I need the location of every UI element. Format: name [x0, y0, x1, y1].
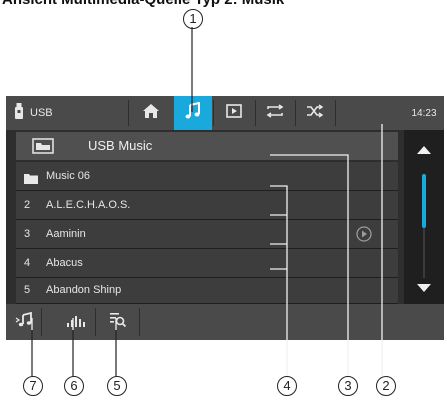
folder-back-icon[interactable] [32, 138, 54, 159]
scroll-thumb[interactable] [422, 174, 426, 228]
scrollbar[interactable] [404, 130, 444, 304]
list-item-title: Aaminin [46, 228, 86, 240]
play-circle-icon[interactable] [356, 226, 372, 247]
now-playing-icon [15, 311, 33, 333]
list-item[interactable]: 4 Abacus [16, 249, 398, 278]
scroll-down-icon[interactable] [416, 280, 432, 298]
search-list-icon [109, 311, 127, 334]
track-number: 4 [24, 257, 31, 269]
bottom-bar [6, 304, 444, 340]
track-number: 2 [24, 199, 31, 211]
clock: 14:23 [406, 96, 442, 130]
callout-2: 2 [376, 376, 396, 396]
folder-header[interactable]: USB Music [16, 132, 398, 160]
repeat-button[interactable] [256, 96, 294, 130]
top-bar: USB 14:23 [6, 96, 444, 130]
callout-4: 4 [277, 376, 297, 396]
list-item-title: A.L.E.C.H.A.O.S. [46, 199, 131, 211]
music-tab[interactable] [174, 96, 212, 130]
usb-drive-icon [14, 102, 24, 125]
now-playing-button[interactable] [8, 304, 40, 340]
shuffle-button[interactable] [296, 96, 334, 130]
equalizer-icon [66, 313, 86, 332]
infotainment-screen: USB 14:23 USB Music Music 06 2 A.L.E.C.H… [6, 96, 444, 340]
equalizer-button[interactable] [60, 304, 92, 340]
track-list-area: USB Music Music 06 2 A.L.E.C.H.A.O.S. 3 … [6, 130, 444, 304]
video-button[interactable] [214, 96, 254, 130]
list-item[interactable]: 2 A.L.E.C.H.A.O.S. [16, 191, 398, 220]
source-indicator[interactable]: USB [10, 96, 80, 130]
music-note-icon [184, 101, 202, 125]
callout-1: 1 [183, 9, 203, 29]
track-number: 5 [24, 284, 31, 296]
clock-text: 14:23 [411, 107, 437, 119]
scroll-up-icon[interactable] [416, 142, 432, 160]
repeat-icon [266, 103, 284, 123]
callout-6: 6 [64, 376, 84, 396]
list-item-title: Abandon Shinp [46, 284, 122, 296]
scroll-track [423, 228, 425, 278]
callout-5: 5 [107, 376, 127, 396]
list-item-folder[interactable]: Music 06 [16, 162, 398, 191]
callout-3: 3 [338, 376, 358, 396]
shuffle-icon [306, 103, 324, 123]
list-item-title: Music 06 [46, 170, 91, 182]
folder-title: USB Music [88, 138, 153, 153]
search-list-button[interactable] [102, 304, 134, 340]
source-label: USB [30, 107, 53, 119]
track-number: 3 [24, 228, 31, 240]
callout-7: 7 [23, 376, 43, 396]
folder-icon [24, 171, 38, 189]
list-item[interactable]: 3 Aaminin [16, 220, 398, 249]
home-button[interactable] [129, 96, 173, 130]
caption: Ansicht Multimedia-Quelle Typ 2: Musik [0, 0, 447, 11]
home-icon [142, 103, 160, 124]
list-item-title: Abacus [46, 257, 83, 269]
video-icon [226, 103, 242, 123]
list-item[interactable]: 5 Abandon Shinp [16, 278, 398, 304]
